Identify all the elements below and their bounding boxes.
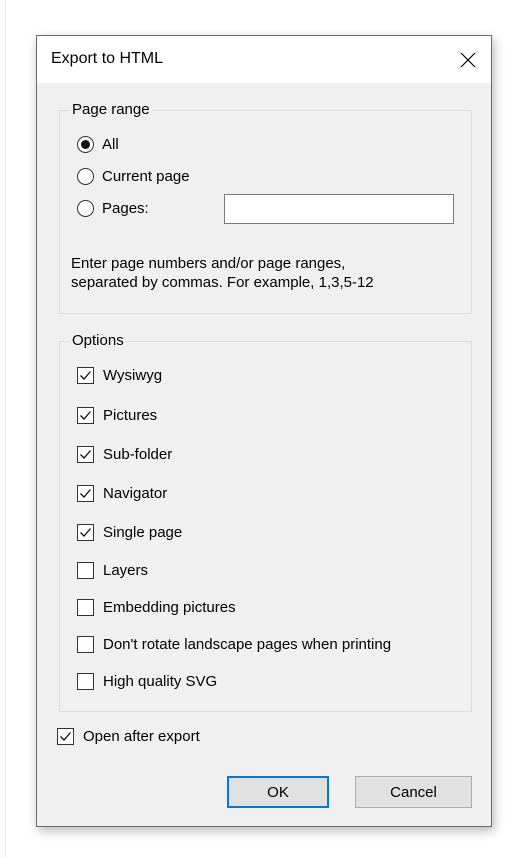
option-embedding-pictures-label: Embedding pictures	[103, 598, 236, 616]
close-button[interactable]	[445, 36, 491, 83]
option-pictures[interactable]: Pictures	[77, 404, 157, 426]
checkbox-navigator[interactable]	[77, 484, 94, 502]
checkbox-layers[interactable]	[77, 561, 94, 579]
option-navigator-label: Navigator	[103, 484, 168, 502]
option-sub-folder[interactable]: Sub-folder	[77, 443, 172, 465]
option-wysiwyg-label: Wysiwyg	[103, 366, 163, 384]
option-navigator[interactable]: Navigator	[77, 482, 167, 504]
checkbox-pictures[interactable]	[77, 406, 94, 424]
title-bar: Export to HTML	[37, 36, 491, 83]
open-after-export-label: Open after export	[83, 727, 200, 745]
help-line-1: Enter page numbers and/or page ranges,	[71, 255, 346, 272]
option-layers-label: Layers	[103, 561, 149, 579]
radio-pages[interactable]: Pages:	[77, 197, 149, 219]
checkmark-icon	[80, 449, 91, 459]
cancel-button[interactable]: Cancel	[355, 776, 472, 808]
option-high-quality-svg[interactable]: High quality SVG	[77, 670, 217, 692]
ok-button[interactable]: OK	[227, 776, 329, 808]
open-after-export[interactable]: Open after export	[57, 725, 200, 747]
checkbox-open-after-export[interactable]	[57, 727, 74, 745]
option-single-page[interactable]: Single page	[77, 521, 182, 543]
radio-current-page[interactable]: Current page	[77, 165, 190, 187]
radio-pages-label: Pages:	[102, 199, 149, 217]
radio-button-all[interactable]	[77, 135, 94, 153]
close-icon	[460, 52, 476, 67]
option-dont-rotate-landscape-label: Don't rotate landscape pages when printi…	[103, 635, 392, 653]
checkmark-icon	[80, 488, 91, 498]
checkbox-dont-rotate-landscape[interactable]	[77, 635, 94, 653]
option-sub-folder-label: Sub-folder	[103, 445, 173, 463]
checkbox-wysiwyg[interactable]	[77, 366, 94, 384]
option-dont-rotate-landscape[interactable]: Don't rotate landscape pages when printi…	[77, 633, 391, 655]
checkbox-high-quality-svg[interactable]	[77, 672, 94, 690]
radio-button-current-page[interactable]	[77, 167, 94, 185]
checkmark-icon	[80, 370, 91, 380]
help-line-2: separated by commas. For example, 1,3,5-…	[71, 274, 374, 291]
checkmark-icon	[60, 731, 71, 741]
radio-all-label: All	[102, 135, 119, 153]
radio-all[interactable]: All	[77, 133, 119, 155]
option-layers[interactable]: Layers	[77, 559, 148, 581]
radio-current-page-label: Current page	[102, 167, 190, 185]
checkbox-embedding-pictures[interactable]	[77, 598, 94, 616]
checkbox-single-page[interactable]	[77, 523, 94, 541]
option-high-quality-svg-label: High quality SVG	[103, 672, 218, 690]
radio-button-pages[interactable]	[77, 199, 94, 217]
checkbox-sub-folder[interactable]	[77, 445, 94, 463]
checkmark-icon	[80, 527, 91, 537]
option-pictures-label: Pictures	[103, 406, 158, 424]
background-edge	[5, 0, 6, 858]
export-html-dialog: Export to HTML Page range All Current pa…	[36, 35, 492, 827]
page-range-help-text: Enter page numbers and/or page ranges, s…	[71, 254, 431, 292]
page-range-legend: Page range	[70, 101, 152, 118]
option-single-page-label: Single page	[103, 523, 183, 541]
options-group: Options Wysiwyg Pictures Sub-folder Navi…	[59, 332, 472, 712]
checkmark-icon	[80, 410, 91, 420]
option-embedding-pictures[interactable]: Embedding pictures	[77, 596, 236, 618]
option-wysiwyg[interactable]: Wysiwyg	[77, 364, 162, 386]
options-legend: Options	[70, 332, 126, 349]
dialog-title: Export to HTML	[51, 50, 164, 67]
pages-input[interactable]	[224, 194, 454, 224]
